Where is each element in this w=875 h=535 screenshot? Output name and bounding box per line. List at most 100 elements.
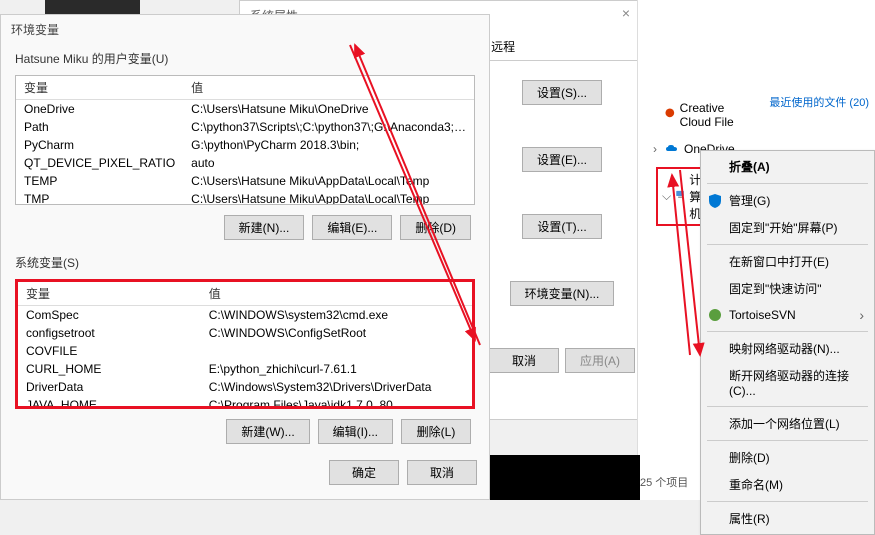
status-bar: 25 个项目 [640,474,688,490]
user-vars-label: Hatsune Miku 的用户变量(U) [1,44,489,73]
settings-s-button[interactable]: 设置(S)... [522,80,602,105]
ctx-item-label: 属性(R) [729,510,770,527]
separator [707,331,868,332]
sys-vars-table[interactable]: 变量值 ComSpecC:\WINDOWS\system32\cmd.execo… [15,279,475,409]
var-name: OneDrive [16,100,183,119]
var-value: E:\python_zhichi\curl-7.61.1 [201,360,472,378]
col-value[interactable]: 值 [201,282,472,306]
ctx-item[interactable]: TortoiseSVN [701,302,874,328]
ctx-item-label: 映射网络驱动器(N)... [729,340,840,357]
var-name: configsetroot [18,324,201,342]
new-n-button[interactable]: 新建(N)... [224,215,305,240]
close-icon[interactable]: × [622,5,630,21]
table-row[interactable]: COVFILE [18,342,472,360]
cancel-button[interactable]: 取消 [407,460,477,485]
var-value: C:\python37\Scripts\;C:\python37\;G:\Ana… [183,118,475,136]
env-title: 环境变量 [1,15,489,44]
table-row[interactable]: PathC:\python37\Scripts\;C:\python37\;G:… [16,118,475,136]
var-value: C:\Users\Hatsune Miku\AppData\Local\Temp [183,172,475,190]
separator [707,406,868,407]
cancel-button[interactable]: 取消 [489,348,559,373]
delete-l-button[interactable]: 删除(L) [401,419,471,444]
settings-t-button[interactable]: 设置(T)... [522,214,601,239]
separator [707,183,868,184]
ctx-item[interactable]: 删除(D) [701,444,874,471]
sys-props-buttons: 设置(S)... 设置(E)... 设置(T)... 环境变量(N)... 取消… [492,80,632,373]
var-name: TMP [16,190,183,205]
var-value: C:\Users\Hatsune Miku\AppData\Local\Temp [183,190,475,205]
sidebar-item-label: Creative Cloud File [680,101,754,129]
ctx-item[interactable]: 折叠(A) [701,153,874,180]
ctx-item-label: 固定到"快速访问" [729,280,822,297]
ctx-item-label: 重命名(M) [729,476,783,493]
creative-cloud-icon [664,107,676,123]
env-vars-button[interactable]: 环境变量(N)... [510,281,615,306]
tortoisesvn-icon [707,307,723,323]
ctx-item-label: 添加一个网络位置(L) [729,415,840,432]
table-row[interactable]: TMPC:\Users\Hatsune Miku\AppData\Local\T… [16,190,475,205]
table-row[interactable]: OneDriveC:\Users\Hatsune Miku\OneDrive [16,100,475,119]
var-value: C:\WINDOWS\ConfigSetRoot [201,324,472,342]
table-row[interactable]: PyCharmG:\python\PyCharm 2018.3\bin; [16,136,475,154]
var-name: Path [16,118,183,136]
var-value: G:\python\PyCharm 2018.3\bin; [183,136,475,154]
table-row[interactable]: JAVA_HOMEC:\Program Files\Java\jdk1.7.0_… [18,396,472,409]
var-name: DriverData [18,378,201,396]
table-row[interactable]: DriverDataC:\Windows\System32\Drivers\Dr… [18,378,472,396]
ctx-item-label: 固定到"开始"屏幕(P) [729,219,838,236]
table-row[interactable]: TEMPC:\Users\Hatsune Miku\AppData\Local\… [16,172,475,190]
ctx-item-label: 删除(D) [729,449,770,466]
chevron-icon[interactable] [650,142,660,156]
ctx-item[interactable]: 固定到"快速访问" [701,275,874,302]
var-name: CURL_HOME [18,360,201,378]
ctx-item-label: TortoiseSVN [729,308,796,322]
ctx-item-label: 断开网络驱动器的连接(C)... [729,367,864,398]
ctx-item[interactable]: 映射网络驱动器(N)... [701,335,874,362]
context-menu: 折叠(A) 管理(G) 固定到"开始"屏幕(P) 在新窗口中打开(E) 固定到"快速访问… [700,150,875,535]
ctx-item[interactable]: 在新窗口中打开(E) [701,248,874,275]
var-name: PyCharm [16,136,183,154]
env-vars-dialog: 环境变量 Hatsune Miku 的用户变量(U) 变量值 OneDriveC… [0,14,490,500]
var-value: auto [183,154,475,172]
ctx-item[interactable]: 断开网络驱动器的连接(C)... [701,362,874,403]
ctx-item[interactable]: 属性(R) [701,505,874,532]
ctx-item[interactable]: 固定到"开始"屏幕(P) [701,214,874,241]
table-row[interactable]: QT_DEVICE_PIXEL_RATIOauto [16,154,475,172]
sidebar-item-creative-cloud[interactable]: Creative Cloud File [660,99,758,131]
apply-button[interactable]: 应用(A) [565,348,635,373]
table-row[interactable]: CURL_HOMEE:\python_zhichi\curl-7.61.1 [18,360,472,378]
var-value: C:\Users\Hatsune Miku\OneDrive [183,100,475,119]
ctx-item[interactable]: 添加一个网络位置(L) [701,410,874,437]
col-value[interactable]: 值 [183,76,475,100]
table-row[interactable]: configsetrootC:\WINDOWS\ConfigSetRoot [18,324,472,342]
ok-button[interactable]: 确定 [329,460,399,485]
ctx-item-label: 折叠(A) [729,158,770,175]
var-name: COVFILE [18,342,201,360]
table-row[interactable]: ComSpecC:\WINDOWS\system32\cmd.exe [18,306,472,325]
separator [707,440,868,441]
new-w-button[interactable]: 新建(W)... [226,419,309,444]
var-value: C:\Windows\System32\Drivers\DriverData [201,378,472,396]
user-vars-table[interactable]: 变量值 OneDriveC:\Users\Hatsune Miku\OneDri… [15,75,475,205]
chevron-down-icon[interactable] [662,189,671,204]
var-value [201,342,472,360]
var-name: QT_DEVICE_PIXEL_RATIO [16,154,183,172]
edit-e-button[interactable]: 编辑(E)... [312,215,392,240]
col-variable[interactable]: 变量 [16,76,183,100]
computer-icon [675,189,685,205]
delete-d-button[interactable]: 删除(D) [400,215,471,240]
ctx-item-label: 管理(G) [729,192,770,209]
separator [707,501,868,502]
ctx-item[interactable]: 管理(G) [701,187,874,214]
var-value: C:\Program Files\Java\jdk1.7.0_80 [201,396,472,409]
col-variable[interactable]: 变量 [18,282,201,306]
var-name: JAVA_HOME [18,396,201,409]
submenu-arrow-icon [859,307,864,323]
edit-i-button[interactable]: 编辑(I)... [318,419,393,444]
recent-files-link[interactable]: 最近使用的文件 (20) [769,94,869,110]
var-name: TEMP [16,172,183,190]
separator [707,244,868,245]
settings-e-button[interactable]: 设置(E)... [522,147,602,172]
ctx-item[interactable]: 重命名(M) [701,471,874,498]
sys-vars-label: 系统变量(S) [1,248,489,277]
